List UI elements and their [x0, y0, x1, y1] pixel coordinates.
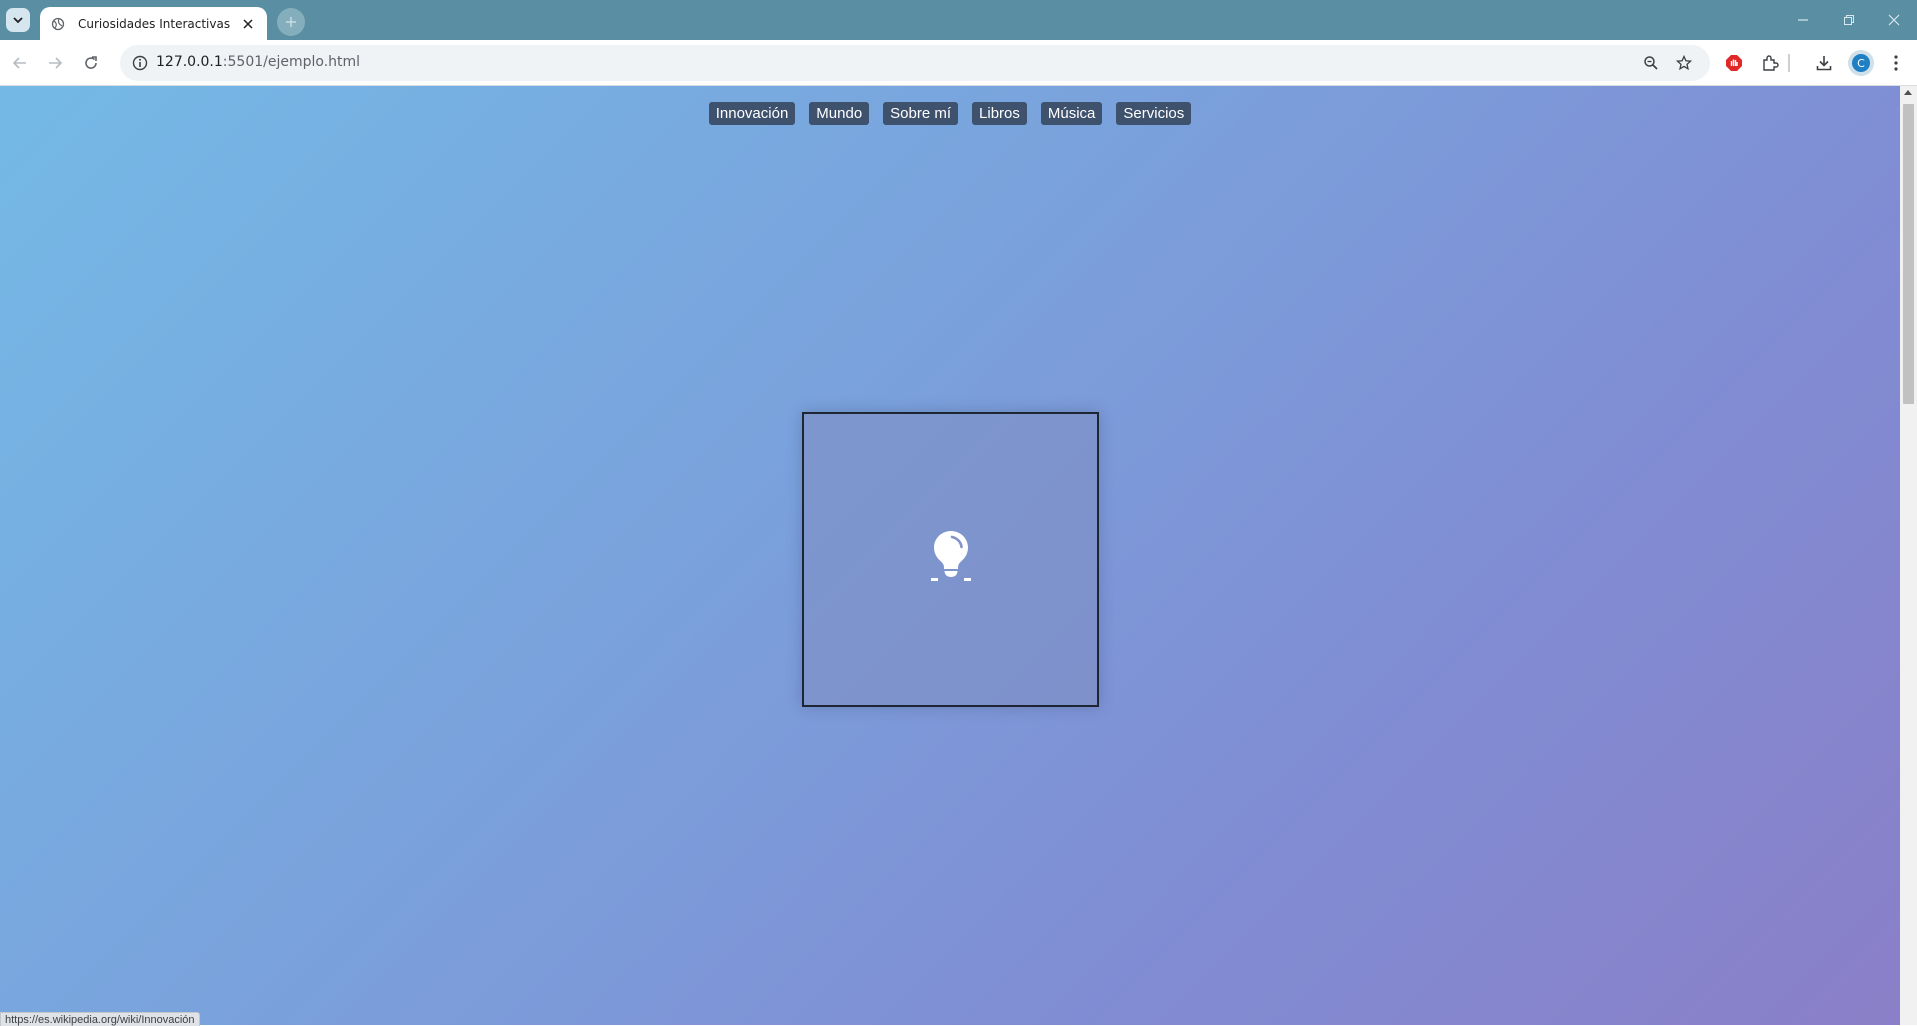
- curiosity-card[interactable]: [802, 412, 1099, 707]
- nav-link-servicios[interactable]: Servicios: [1116, 102, 1192, 125]
- new-tab-button[interactable]: [277, 8, 305, 36]
- bookmark-star-icon[interactable]: [1673, 52, 1695, 74]
- scroll-up-arrow[interactable]: [1904, 90, 1912, 95]
- plus-icon: [286, 17, 296, 27]
- main-nav: Innovación Mundo Sobre mí Libros Música …: [0, 102, 1900, 125]
- close-icon: [1888, 14, 1900, 26]
- reload-button[interactable]: [79, 51, 103, 75]
- restore-button[interactable]: [1837, 8, 1861, 32]
- restore-icon: [1844, 15, 1854, 25]
- more-menu-icon[interactable]: [1884, 51, 1908, 75]
- reload-icon: [85, 56, 97, 69]
- link-status-bubble: https://es.wikipedia.org/wiki/Innovación: [0, 1012, 200, 1026]
- close-tab-icon[interactable]: [239, 15, 257, 33]
- arrow-left-icon: [12, 57, 26, 69]
- minimize-icon: [1798, 19, 1808, 21]
- active-tab[interactable]: Curiosidades Interactivas: [40, 7, 267, 40]
- tab-search-button[interactable]: [6, 8, 30, 32]
- toolbar-divider: [1784, 51, 1794, 75]
- forward-button[interactable]: [43, 51, 67, 75]
- nav-link-sobre-mi[interactable]: Sobre mí: [883, 102, 959, 125]
- page-viewport: Innovación Mundo Sobre mí Libros Música …: [0, 86, 1900, 1025]
- browser-toolbar: 127.0.0.1:5501/ejemplo.html C: [0, 40, 1917, 86]
- scroll-thumb[interactable]: [1903, 104, 1914, 404]
- nav-link-libros[interactable]: Libros: [972, 102, 1027, 125]
- url-host: 127.0.0.1: [156, 54, 223, 70]
- browser-tab-strip: Curiosidades Interactivas: [0, 0, 1917, 40]
- profile-avatar[interactable]: C: [1848, 50, 1874, 76]
- page-scrollbar[interactable]: [1900, 86, 1917, 1025]
- profile-initial: C: [1852, 54, 1870, 72]
- arrow-right-icon: [49, 57, 63, 69]
- url-path: :5501/ejemplo.html: [222, 54, 361, 70]
- address-bar[interactable]: 127.0.0.1:5501/ejemplo.html: [120, 45, 1710, 81]
- adblock-extension-icon[interactable]: [1722, 51, 1746, 75]
- lightbulb-icon: [930, 530, 971, 581]
- chevron-down-icon: [13, 17, 23, 24]
- nav-link-innovacion[interactable]: Innovación: [708, 102, 796, 125]
- nav-link-musica[interactable]: Música: [1040, 102, 1103, 125]
- tab-title: Curiosidades Interactivas: [78, 16, 231, 31]
- globe-icon: [50, 16, 66, 32]
- close-window-button[interactable]: [1882, 8, 1906, 32]
- back-button[interactable]: [8, 51, 32, 75]
- minimize-button[interactable]: [1791, 8, 1815, 32]
- zoom-icon[interactable]: [1640, 52, 1662, 74]
- url-text: 127.0.0.1:5501/ejemplo.html: [156, 54, 360, 70]
- downloads-icon[interactable]: [1812, 51, 1836, 75]
- extensions-puzzle-icon[interactable]: [1758, 51, 1782, 75]
- site-info-icon[interactable]: [130, 53, 150, 73]
- nav-link-mundo[interactable]: Mundo: [809, 102, 870, 125]
